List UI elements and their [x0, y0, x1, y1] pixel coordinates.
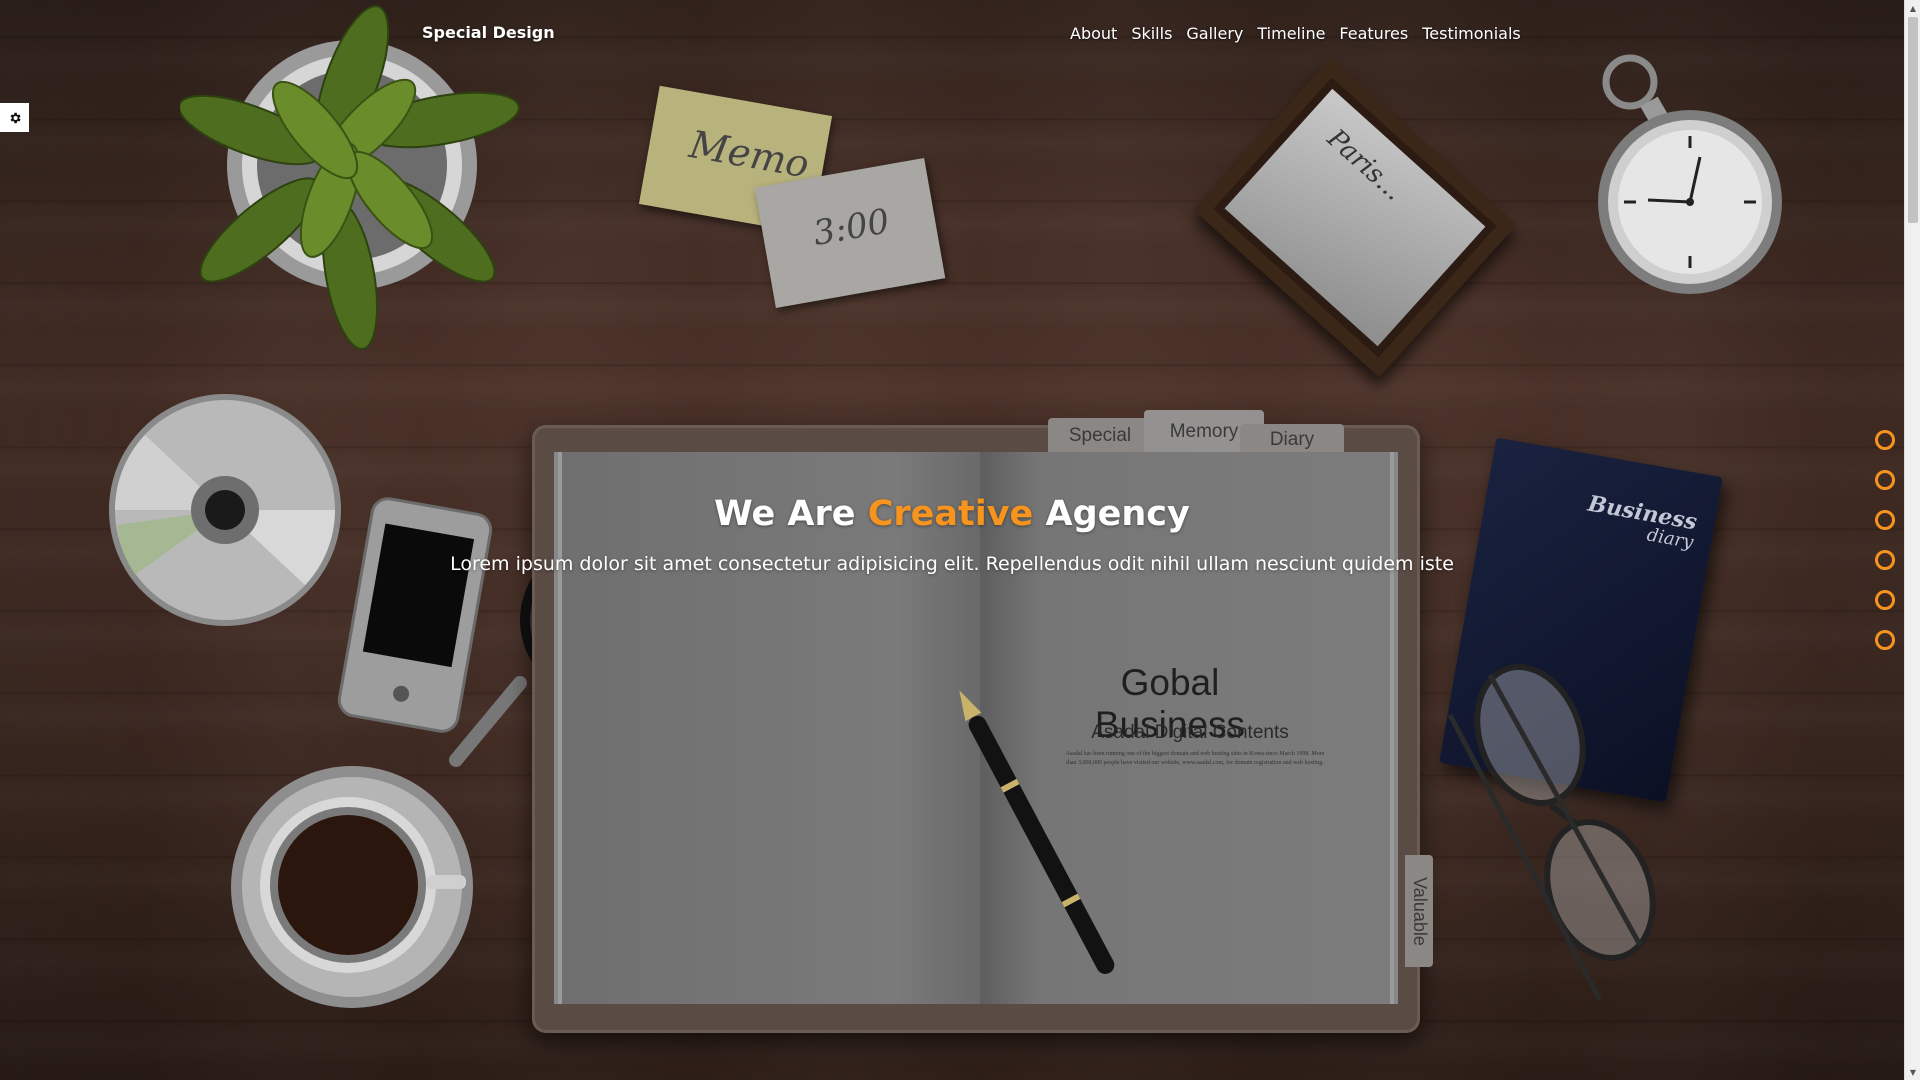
section-bullets	[1875, 430, 1895, 650]
gear-icon	[10, 112, 21, 123]
section-bullet-4[interactable]	[1875, 550, 1895, 570]
nav-link-testimonials[interactable]: Testimonials	[1422, 24, 1521, 43]
section-bullet-6[interactable]	[1875, 630, 1895, 650]
nav-link-about[interactable]: About	[1070, 24, 1117, 43]
section-bullet-5[interactable]	[1875, 590, 1895, 610]
paris-photo-frame: Paris...	[1193, 57, 1517, 378]
pocket-watch-illustration	[1598, 54, 1782, 294]
hero-paragraph: Lorem ipsum dolor sit amet consectetur a…	[450, 553, 1454, 575]
section-bullet-2[interactable]	[1875, 470, 1895, 490]
coffee-cup-illustration	[231, 766, 473, 1008]
scroll-up-arrow-icon[interactable]: ▲	[1905, 0, 1920, 16]
hero-title-accent: Creative	[867, 494, 1034, 534]
page-scrollbar[interactable]: ▲ ▼	[1904, 0, 1920, 1080]
section-bullet-1[interactable]	[1875, 430, 1895, 450]
nav-link-gallery[interactable]: Gallery	[1186, 24, 1243, 43]
settings-toggle-button[interactable]	[0, 103, 29, 132]
section-bullet-3[interactable]	[1875, 510, 1895, 530]
nav-link-skills[interactable]: Skills	[1131, 24, 1172, 43]
hero-title-end: Agency	[1033, 494, 1190, 534]
top-navigation: Special Design About Skills Gallery Time…	[0, 0, 1904, 70]
hero-title-start: We Are	[714, 494, 868, 534]
notebook-left-page	[562, 452, 980, 1004]
scroll-down-arrow-icon[interactable]: ▼	[1905, 1064, 1920, 1080]
notebook-tab-special: Special	[1048, 418, 1152, 454]
hero-title: We Are Creative Agency	[0, 494, 1904, 534]
notebook-tab-valuable: Valuable	[1405, 855, 1433, 967]
pen-illustration	[959, 690, 1115, 974]
scroll-thumb[interactable]	[1908, 17, 1918, 223]
nav-menu: About Skills Gallery Timeline Features T…	[1070, 24, 1521, 43]
frame-text: Paris...	[1321, 123, 1409, 207]
glasses-illustration	[1447, 664, 1656, 1002]
notebook-tab-valuable-label: Valuable	[1409, 876, 1430, 946]
nav-link-features[interactable]: Features	[1339, 24, 1408, 43]
memo-note-text: Memo	[686, 122, 813, 187]
time-note-text: 3:00	[810, 201, 893, 255]
nav-link-timeline[interactable]: Timeline	[1257, 24, 1325, 43]
brand-logo[interactable]: Special Design	[422, 23, 555, 42]
